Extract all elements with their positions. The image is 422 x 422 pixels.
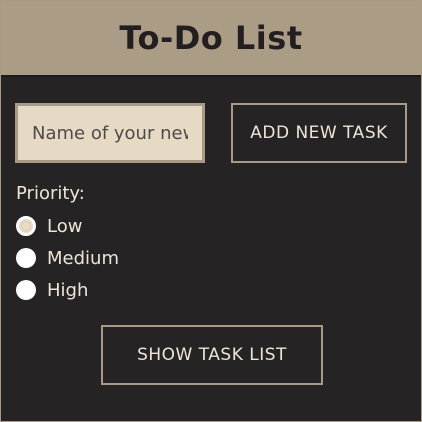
task-name-input[interactable] [15, 103, 205, 163]
priority-option-label: High [47, 279, 89, 301]
header-bar: To-Do List [1, 1, 421, 77]
add-new-task-label: ADD NEW TASK [250, 123, 388, 143]
show-task-list-label: SHOW TASK LIST [137, 345, 287, 365]
priority-option-low[interactable]: Low [16, 214, 82, 238]
page-title: To-Do List [119, 19, 303, 57]
todo-app: To-Do List ADD NEW TASK Priority: Low Me… [0, 0, 422, 422]
show-task-list-button[interactable]: SHOW TASK LIST [101, 325, 323, 385]
priority-option-high[interactable]: High [16, 278, 88, 302]
priority-option-medium[interactable]: Medium [16, 246, 119, 270]
radio-low-checked[interactable] [16, 216, 36, 236]
priority-option-label: Low [47, 215, 83, 237]
radio-high[interactable] [16, 280, 36, 300]
radio-medium[interactable] [16, 248, 36, 268]
priority-option-label: Medium [47, 247, 119, 269]
priority-label: Priority: [16, 183, 85, 204]
add-new-task-button[interactable]: ADD NEW TASK [231, 103, 407, 163]
